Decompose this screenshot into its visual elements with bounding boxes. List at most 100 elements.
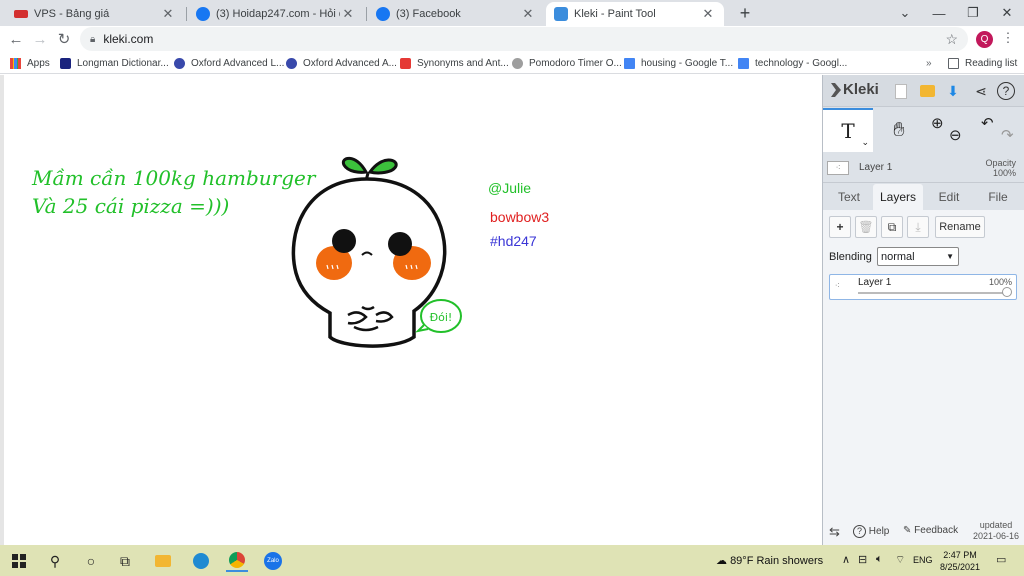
menu-icon[interactable]: ⋮: [1000, 30, 1016, 48]
weather-text: 89°F Rain showers: [730, 555, 824, 567]
layer-list-item[interactable]: ·: Layer 1 100%: [829, 274, 1017, 300]
feedback-link[interactable]: ✎ Feedback: [903, 525, 958, 536]
forward-icon[interactable]: →: [30, 29, 50, 49]
wifi-icon[interactable]: ⌔: [895, 553, 905, 567]
help-link[interactable]: ? Help: [853, 525, 889, 538]
help-icon: ?: [853, 525, 866, 538]
tab-facebook[interactable]: (3) Facebook ✕: [368, 2, 544, 26]
tray-overflow-icon[interactable]: ∧: [842, 553, 850, 566]
tab-vps[interactable]: VPS - Bảng giá ✕: [6, 2, 184, 26]
kleki-logo[interactable]: Kleki: [829, 81, 879, 98]
bookmark-oxford-l[interactable]: Oxford Advanced L...: [174, 55, 284, 71]
bookmark-label: Apps: [27, 57, 50, 69]
minimize-icon[interactable]: —: [922, 0, 956, 26]
tab-title: (3) Hoidap247.com - Hỏi đáp bài: [216, 8, 340, 20]
reload-icon[interactable]: ↻: [54, 29, 74, 49]
zalo-icon[interactable]: Zalo: [262, 550, 284, 572]
current-layer-summary[interactable]: ·: Layer 1 Opacity 100%: [823, 153, 1024, 183]
kleki-favicon-icon: [554, 7, 568, 21]
redo-icon[interactable]: ↷: [1001, 126, 1014, 144]
panel-footer: ⇆ ? Help ✎ Feedback updated 2021-06-16: [823, 517, 1024, 545]
bookmark-label: Oxford Advanced A...: [303, 57, 397, 69]
new-image-icon[interactable]: [891, 81, 911, 101]
volume-icon[interactable]: 🔈︎: [876, 553, 883, 566]
zoom-out-icon[interactable]: ⊖: [949, 126, 962, 144]
notifications-icon[interactable]: ▭: [996, 553, 1006, 566]
download-icon[interactable]: ⬇: [943, 81, 963, 101]
tab-search-icon[interactable]: ⌄: [888, 0, 922, 26]
bookmark-housing[interactable]: housing - Google T...: [624, 55, 733, 71]
add-layer-button[interactable]: +: [829, 216, 851, 238]
bookmarks-bar: Apps Longman Dictionar... Oxford Advance…: [0, 52, 1024, 74]
docs-icon: [624, 57, 635, 69]
tab-kleki[interactable]: Kleki - Paint Tool ✕: [546, 2, 724, 26]
weather-widget[interactable]: ☁︎ 89°F Rain showers: [716, 554, 823, 567]
tab-text[interactable]: Text: [827, 184, 871, 210]
search-icon[interactable]: ⚲: [44, 550, 66, 572]
close-icon[interactable]: ✕: [700, 6, 716, 22]
rename-button[interactable]: Rename: [935, 216, 985, 238]
merge-down-icon: ⤓: [915, 219, 921, 234]
cortana-icon[interactable]: ○: [80, 550, 102, 572]
weather-icon: ☁︎: [716, 555, 727, 567]
window-close-icon[interactable]: ✕: [990, 0, 1024, 26]
bookmark-oxford-a[interactable]: Oxford Advanced A...: [286, 55, 397, 71]
chevron-down-icon[interactable]: ⌄: [861, 137, 869, 148]
reading-list-icon: [948, 57, 959, 69]
oxford-icon: [286, 57, 297, 69]
layer-opacity-slider-handle[interactable]: [1002, 287, 1012, 297]
tab-strip: VPS - Bảng giá ✕ (3) Hoidap247.com - Hỏi…: [0, 0, 1024, 26]
swap-sides-icon[interactable]: ⇆: [829, 524, 840, 540]
share-icon[interactable]: ⋖: [971, 81, 991, 101]
undo-icon[interactable]: ↶: [981, 114, 994, 132]
back-icon[interactable]: ←: [6, 29, 26, 49]
task-view-icon[interactable]: ⧉: [114, 550, 136, 572]
edge-icon[interactable]: [190, 550, 212, 572]
address-bar[interactable]: 🔒︎ kleki.com ☆: [80, 27, 968, 51]
duplicate-layer-button[interactable]: ⧉: [881, 216, 903, 238]
bookmark-technology[interactable]: technology - Googl...: [738, 55, 847, 71]
reading-list-button[interactable]: Reading list: [948, 55, 1017, 71]
updated-info: updated 2021-06-16: [973, 520, 1019, 542]
new-tab-button[interactable]: +: [728, 0, 762, 26]
system-clock[interactable]: 2:47 PM 8/25/2021: [938, 549, 982, 573]
bookmark-pomodoro[interactable]: Pomodoro Timer O...: [512, 55, 622, 71]
merge-down-button[interactable]: ⤓: [907, 216, 929, 238]
windows-start-icon[interactable]: [8, 550, 30, 572]
drawing-canvas[interactable]: Mầm cần 100kg hamburger Và 25 cái pizza …: [0, 75, 822, 545]
text-tool-button[interactable]: T ⌄: [823, 108, 873, 152]
layer-opacity-slider[interactable]: [858, 292, 1008, 294]
tab-title: (3) Facebook: [396, 8, 461, 20]
panel-topbar: Kleki ⬇ ⋖ ?: [823, 75, 1024, 107]
restore-icon[interactable]: ❐: [956, 0, 990, 26]
trash-icon: 🗑︎: [858, 220, 874, 234]
bookmarks-overflow-icon[interactable]: »: [926, 55, 932, 71]
zoom-icon[interactable]: ⊕ ⊖: [927, 108, 967, 152]
bookmark-longman[interactable]: Longman Dictionar...: [60, 55, 169, 71]
bookmark-apps[interactable]: Apps: [10, 55, 50, 71]
lock-icon[interactable]: 🔒︎: [90, 34, 95, 45]
chrome-icon[interactable]: [226, 550, 248, 572]
zoom-in-icon[interactable]: ⊕: [931, 114, 944, 132]
tab-file[interactable]: File: [975, 184, 1021, 210]
delete-layer-button[interactable]: 🗑︎: [855, 216, 877, 238]
input-language[interactable]: ENG: [913, 555, 933, 565]
blending-select[interactable]: normal ▼: [877, 247, 959, 266]
file-explorer-icon[interactable]: [152, 550, 174, 572]
undo-redo-icon[interactable]: ↶ ↷: [975, 108, 1021, 152]
handwriting-line1: Mầm cần 100kg hamburger: [31, 166, 317, 190]
close-icon[interactable]: ✕: [160, 6, 176, 22]
tab-hoidap247[interactable]: (3) Hoidap247.com - Hỏi đáp bài ✕: [188, 2, 364, 26]
close-icon[interactable]: ✕: [520, 6, 536, 22]
bookmark-synonyms[interactable]: Synonyms and Ant...: [400, 55, 509, 71]
open-folder-icon[interactable]: [917, 81, 937, 101]
tab-edit[interactable]: Edit: [927, 184, 971, 210]
layers-panel: + 🗑︎ ⧉ ⤓ Rename Blending normal ▼ ·: Lay…: [823, 210, 1024, 545]
tray-app-icon[interactable]: ⊟: [858, 553, 867, 566]
hand-tool-icon[interactable]: ✋︎: [879, 108, 919, 152]
bookmark-star-icon[interactable]: ☆: [945, 31, 958, 48]
tab-layers[interactable]: Layers: [873, 184, 923, 210]
help-circle-icon[interactable]: ?: [997, 82, 1015, 100]
close-icon[interactable]: ✕: [340, 6, 356, 22]
profile-avatar[interactable]: Q: [976, 31, 993, 48]
